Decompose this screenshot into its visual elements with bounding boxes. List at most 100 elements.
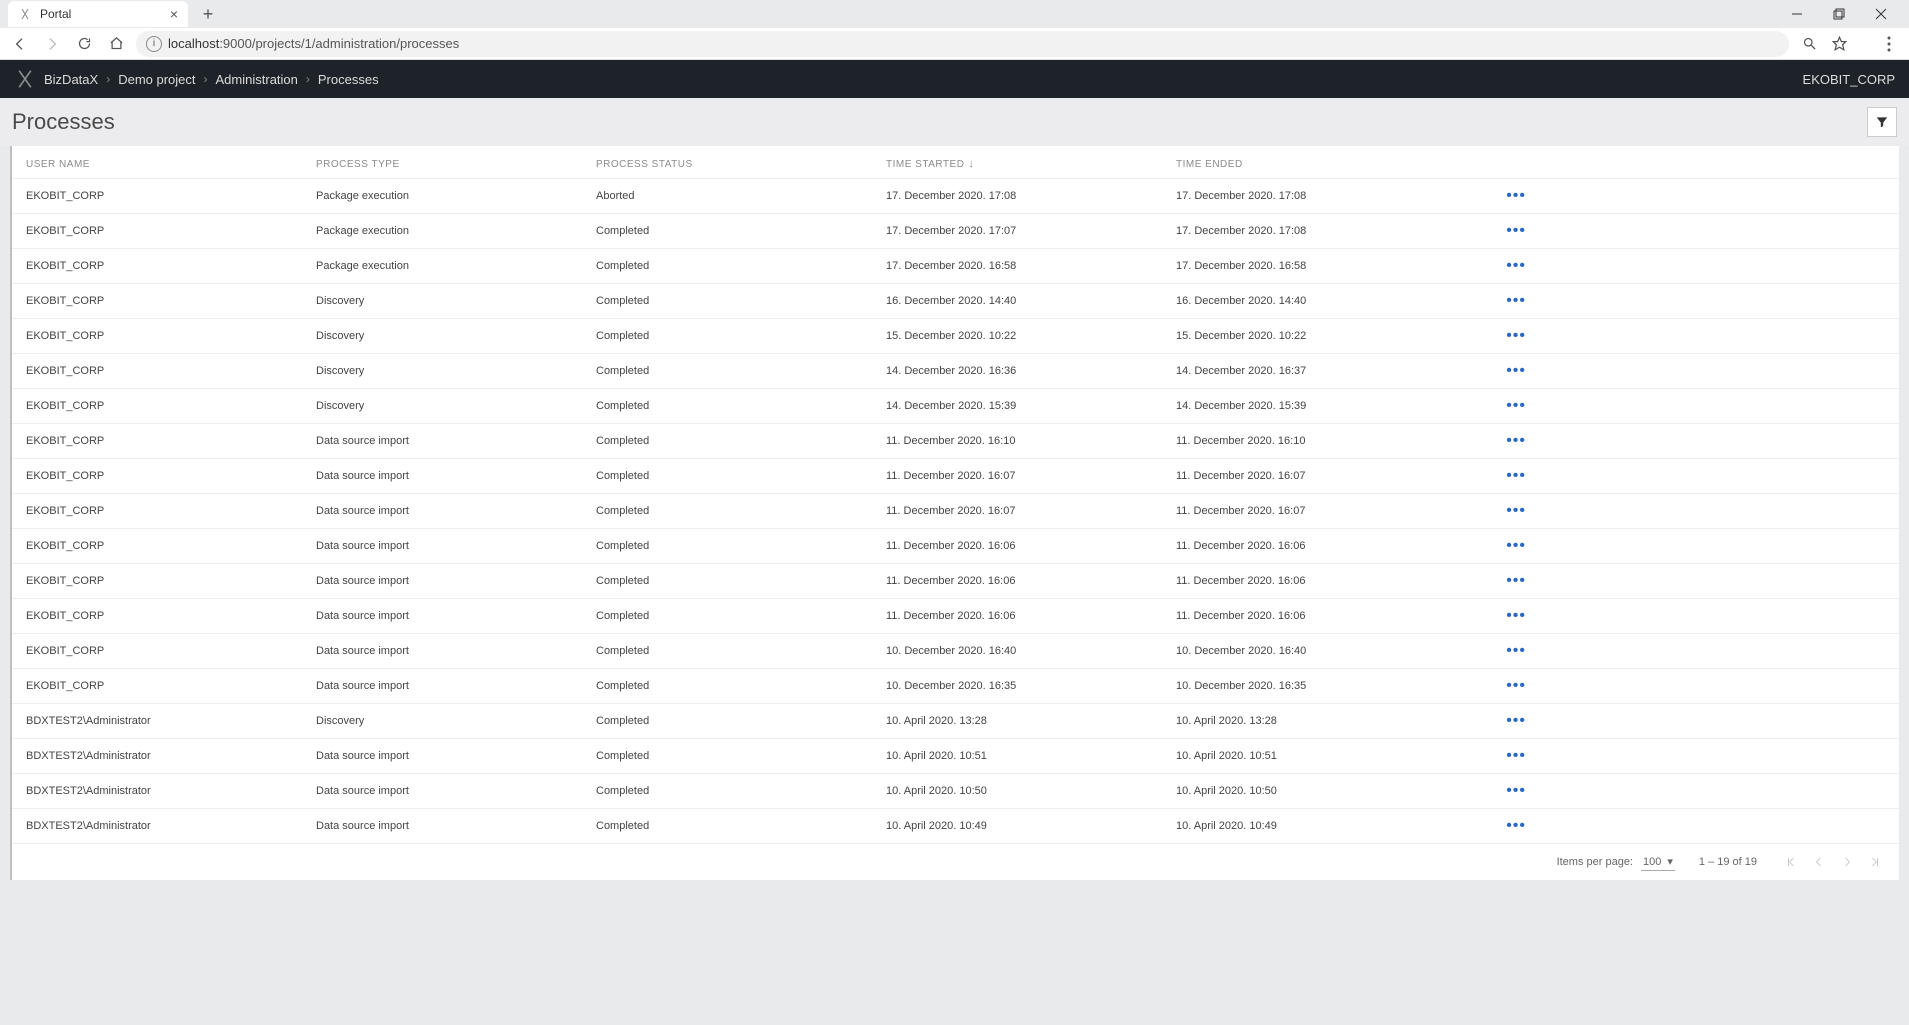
table-row[interactable]: EKOBIT_CORPDiscoveryCompleted14. Decembe…: [12, 389, 1899, 424]
next-page-button[interactable]: [1837, 852, 1857, 872]
minimize-button[interactable]: [1777, 1, 1817, 27]
row-actions: •••: [1466, 677, 1526, 695]
col-process-type[interactable]: PROCESS TYPE: [316, 158, 596, 170]
last-page-button[interactable]: [1865, 852, 1885, 872]
table-row[interactable]: EKOBIT_CORPData source importCompleted11…: [12, 529, 1899, 564]
row-more-button[interactable]: •••: [1506, 677, 1526, 695]
table-row[interactable]: EKOBIT_CORPDiscoveryCompleted15. Decembe…: [12, 319, 1899, 354]
url-bar[interactable]: i localhost:9000/projects/1/administrati…: [136, 31, 1789, 57]
row-more-button[interactable]: •••: [1506, 397, 1526, 415]
table-row[interactable]: EKOBIT_CORPPackage executionAborted17. D…: [12, 179, 1899, 214]
col-time-ended[interactable]: TIME ENDED: [1176, 158, 1466, 170]
site-info-icon[interactable]: i: [146, 36, 162, 52]
app-header: BizDataX › Demo project › Administration…: [0, 60, 1909, 98]
row-actions: •••: [1466, 642, 1526, 660]
row-more-button[interactable]: •••: [1506, 817, 1526, 835]
cell-user: EKOBIT_CORP: [26, 295, 316, 307]
row-more-button[interactable]: •••: [1506, 292, 1526, 310]
cell-status: Aborted: [596, 190, 886, 202]
row-more-button[interactable]: •••: [1506, 362, 1526, 380]
row-more-button[interactable]: •••: [1506, 327, 1526, 345]
table-row[interactable]: EKOBIT_CORPData source importCompleted11…: [12, 494, 1899, 529]
col-process-status[interactable]: PROCESS STATUS: [596, 158, 886, 170]
cell-type: Data source import: [316, 610, 596, 622]
row-more-button[interactable]: •••: [1506, 747, 1526, 765]
first-page-button[interactable]: [1781, 852, 1801, 872]
sort-desc-icon: ↓: [968, 158, 974, 170]
cell-user: EKOBIT_CORP: [26, 225, 316, 237]
table-row[interactable]: EKOBIT_CORPData source importCompleted11…: [12, 564, 1899, 599]
row-actions: •••: [1466, 537, 1526, 555]
cell-status: Completed: [596, 715, 886, 727]
tab-bar: Portal × +: [0, 0, 1909, 28]
cell-type: Data source import: [316, 680, 596, 692]
prev-page-button[interactable]: [1809, 852, 1829, 872]
table-row[interactable]: EKOBIT_CORPPackage executionCompleted17.…: [12, 249, 1899, 284]
chevron-right-icon: ›: [204, 72, 208, 86]
row-more-button[interactable]: •••: [1506, 257, 1526, 275]
table-row[interactable]: BDXTEST2\AdministratorData source import…: [12, 809, 1899, 844]
row-more-button[interactable]: •••: [1506, 222, 1526, 240]
back-button[interactable]: [8, 32, 32, 56]
table-row[interactable]: EKOBIT_CORPData source importCompleted11…: [12, 424, 1899, 459]
row-actions: •••: [1466, 572, 1526, 590]
breadcrumb-administration[interactable]: Administration: [216, 72, 298, 87]
row-more-button[interactable]: •••: [1506, 607, 1526, 625]
reload-button[interactable]: [72, 32, 96, 56]
cell-ended: 11. December 2020. 16:07: [1176, 470, 1466, 482]
row-more-button[interactable]: •••: [1506, 712, 1526, 730]
table-row[interactable]: EKOBIT_CORPDiscoveryCompleted14. Decembe…: [12, 354, 1899, 389]
tab-close-button[interactable]: ×: [170, 6, 178, 22]
url-host: localhost: [168, 36, 219, 51]
row-more-button[interactable]: •••: [1506, 537, 1526, 555]
row-actions: •••: [1466, 817, 1526, 835]
row-actions: •••: [1466, 257, 1526, 275]
breadcrumb-brand[interactable]: BizDataX: [44, 72, 98, 87]
table-row[interactable]: BDXTEST2\AdministratorData source import…: [12, 739, 1899, 774]
zoom-icon[interactable]: [1797, 32, 1821, 56]
header-user[interactable]: EKOBIT_CORP: [1803, 72, 1895, 87]
items-per-page-select[interactable]: 100 ▾: [1641, 853, 1675, 871]
bookmark-star-icon[interactable]: [1827, 32, 1851, 56]
cell-status: Completed: [596, 750, 886, 762]
close-window-button[interactable]: [1861, 1, 1901, 27]
table-row[interactable]: EKOBIT_CORPData source importCompleted11…: [12, 459, 1899, 494]
url-path: :9000/projects/1/administration/processe…: [219, 36, 459, 51]
cell-user: EKOBIT_CORP: [26, 190, 316, 202]
maximize-button[interactable]: [1819, 1, 1859, 27]
table-row[interactable]: BDXTEST2\AdministratorDiscoveryCompleted…: [12, 704, 1899, 739]
browser-tab[interactable]: Portal ×: [8, 1, 188, 27]
row-more-button[interactable]: •••: [1506, 467, 1526, 485]
items-per-page-label: Items per page:: [1557, 856, 1633, 868]
col-time-started[interactable]: TIME STARTED ↓: [886, 158, 1176, 170]
table-row[interactable]: EKOBIT_CORPData source importCompleted10…: [12, 669, 1899, 704]
cell-status: Completed: [596, 820, 886, 832]
browser-menu-button[interactable]: [1877, 32, 1901, 56]
table-row[interactable]: EKOBIT_CORPPackage executionCompleted17.…: [12, 214, 1899, 249]
row-more-button[interactable]: •••: [1506, 642, 1526, 660]
forward-button[interactable]: [40, 32, 64, 56]
home-button[interactable]: [104, 32, 128, 56]
row-more-button[interactable]: •••: [1506, 432, 1526, 450]
row-more-button[interactable]: •••: [1506, 187, 1526, 205]
browser-nav-bar: i localhost:9000/projects/1/administrati…: [0, 28, 1909, 60]
table-row[interactable]: EKOBIT_CORPDiscoveryCompleted16. Decembe…: [12, 284, 1899, 319]
row-actions: •••: [1466, 467, 1526, 485]
row-more-button[interactable]: •••: [1506, 572, 1526, 590]
col-user-name[interactable]: USER NAME: [26, 158, 316, 170]
new-tab-button[interactable]: +: [196, 2, 220, 26]
cell-started: 17. December 2020. 17:07: [886, 225, 1176, 237]
cell-type: Data source import: [316, 505, 596, 517]
row-more-button[interactable]: •••: [1506, 782, 1526, 800]
breadcrumb-processes[interactable]: Processes: [318, 72, 379, 87]
cell-user: EKOBIT_CORP: [26, 330, 316, 342]
cell-ended: 11. December 2020. 16:07: [1176, 505, 1466, 517]
breadcrumb-project[interactable]: Demo project: [118, 72, 195, 87]
table-row[interactable]: BDXTEST2\AdministratorData source import…: [12, 774, 1899, 809]
filter-button[interactable]: [1867, 107, 1897, 137]
table-row[interactable]: EKOBIT_CORPData source importCompleted10…: [12, 634, 1899, 669]
table-row[interactable]: EKOBIT_CORPData source importCompleted11…: [12, 599, 1899, 634]
cell-ended: 14. December 2020. 16:37: [1176, 365, 1466, 377]
row-more-button[interactable]: •••: [1506, 502, 1526, 520]
cell-user: EKOBIT_CORP: [26, 365, 316, 377]
